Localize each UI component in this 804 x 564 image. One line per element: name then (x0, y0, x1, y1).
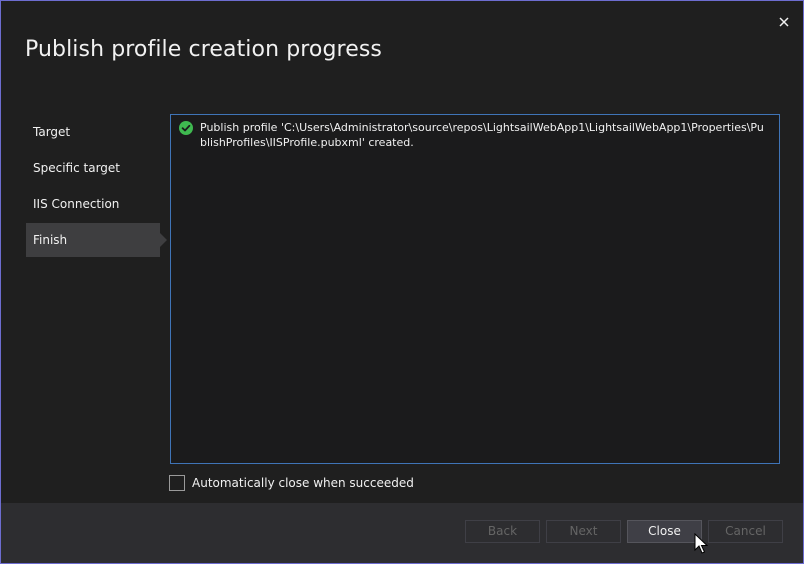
nav-item-label: Target (33, 125, 71, 139)
success-check-icon (179, 121, 193, 135)
log-entry: Publish profile 'C:\Users\Administrator\… (179, 120, 769, 150)
log-entry-text: Publish profile 'C:\Users\Administrator\… (200, 121, 764, 149)
close-icon[interactable] (773, 11, 795, 33)
cancel-button[interactable]: Cancel (708, 520, 783, 543)
nav-item-iis-connection[interactable]: IIS Connection (26, 187, 160, 221)
nav-item-finish[interactable]: Finish (26, 223, 167, 257)
nav-item-label: Specific target (33, 161, 121, 175)
nav-item-label: IIS Connection (33, 197, 120, 211)
progress-log-panel[interactable]: Publish profile 'C:\Users\Administrator\… (170, 114, 780, 464)
nav-item-target[interactable]: Target (26, 115, 160, 149)
dialog-title: Publish profile creation progress (25, 37, 382, 62)
back-button[interactable]: Back (465, 520, 540, 543)
wizard-steps-nav: Target Specific target IIS Connection Fi… (26, 115, 170, 259)
nav-item-label: Finish (33, 233, 68, 247)
next-button[interactable]: Next (546, 520, 621, 543)
publish-progress-dialog: Publish profile creation progress Target… (0, 0, 804, 564)
auto-close-checkbox[interactable] (169, 475, 185, 491)
auto-close-option[interactable]: Automatically close when succeeded (169, 475, 414, 491)
close-button[interactable]: Close (627, 520, 702, 543)
nav-item-specific-target[interactable]: Specific target (26, 151, 160, 185)
auto-close-label: Automatically close when succeeded (192, 476, 414, 490)
dialog-footer: Back Next Close Cancel (1, 503, 803, 563)
